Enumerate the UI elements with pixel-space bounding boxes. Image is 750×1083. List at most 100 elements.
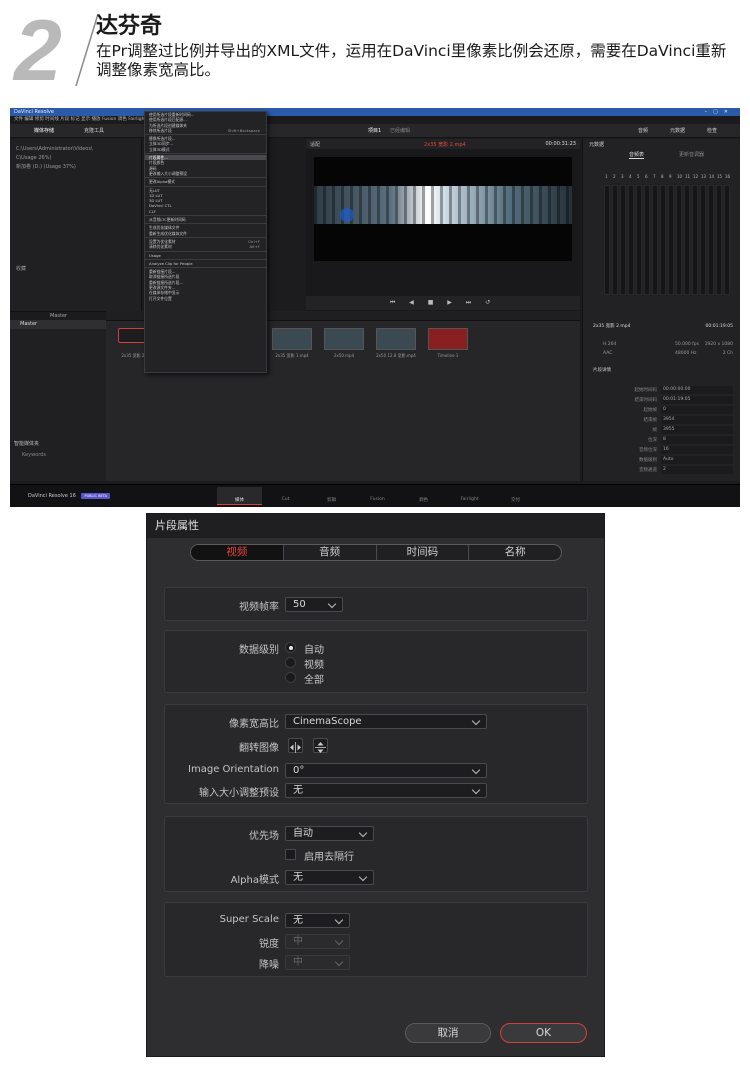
- meta-field-value[interactable]: 3954: [661, 416, 733, 424]
- chevron-down-icon: [471, 716, 481, 726]
- clip-thumbnail[interactable]: [324, 328, 364, 350]
- context-menu-item[interactable]: Analyze Clip for People: [145, 261, 266, 266]
- tab-name[interactable]: 名称: [469, 545, 561, 560]
- cancel-button[interactable]: 取消: [405, 1023, 491, 1043]
- keywords-item[interactable]: Keywords: [22, 452, 46, 458]
- page-tab[interactable]: Fusion: [355, 487, 400, 505]
- dialog-tabs: 视频 音频 时间码 名称: [190, 544, 562, 561]
- page-tab[interactable]: 交付: [493, 487, 538, 505]
- flip-vertical-button[interactable]: [313, 738, 328, 753]
- page-tab[interactable]: 剪辑: [309, 487, 354, 505]
- input-sizing-select[interactable]: 无: [285, 783, 487, 798]
- input-sizing-value: 无: [293, 785, 303, 796]
- pixel-aspect-value: CinemaScope: [293, 716, 362, 727]
- meta-field-key: 结束时间码: [634, 398, 658, 403]
- radio-full[interactable]: [285, 672, 296, 683]
- audio-meter: [668, 185, 674, 295]
- inspector-button[interactable]: 检查: [707, 127, 717, 135]
- context-menu-item[interactable]: 打开文件位置: [145, 296, 266, 301]
- audio-button[interactable]: 音频: [638, 127, 648, 135]
- meter-channel-label: 10: [677, 174, 683, 179]
- effects-button[interactable]: 克隆工具: [84, 127, 104, 135]
- superscale-select[interactable]: 无: [285, 913, 350, 928]
- clip-attributes-dialog: 片段属性 视频 音频 时间码 名称 视频帧率 50 数据级别 自动 视频 全部 …: [146, 513, 605, 1057]
- meta-field-value[interactable]: 00:01:19:05: [661, 396, 733, 404]
- meter-channel-label: 9: [669, 174, 672, 179]
- meter-channel-label: 14: [709, 174, 715, 179]
- ok-button[interactable]: OK: [500, 1023, 587, 1043]
- flip-vertical-icon: [315, 742, 326, 753]
- meta-field-key: 位深: [648, 438, 657, 443]
- meta-field-value[interactable]: Auto: [661, 456, 733, 464]
- radio-video-label: 视频: [304, 660, 324, 671]
- menu-separator: [145, 177, 266, 179]
- clip-name: 2x35 宽影 2.mp4: [424, 142, 466, 148]
- context-menu-item[interactable]: 更改Alpha模式: [145, 179, 266, 184]
- meta-field-key: 音频位深: [639, 448, 657, 453]
- chevron-down-icon: [471, 765, 481, 775]
- audio-tab[interactable]: 更新音调器: [679, 151, 704, 158]
- window-controls[interactable]: –▢✕: [705, 108, 734, 116]
- audio-tab[interactable]: 音频表: [629, 151, 645, 159]
- media-pool-button[interactable]: 媒体存储: [34, 127, 54, 135]
- meta-section-title: 片段详情: [593, 368, 611, 373]
- radio-video[interactable]: [285, 657, 296, 668]
- page-tab[interactable]: Cut: [263, 487, 308, 505]
- meta-field-value[interactable]: 00:00:00:00: [661, 386, 733, 394]
- audio-meter: [644, 185, 650, 295]
- context-menu-item[interactable]: 立体3D模式: [145, 147, 266, 152]
- meta-field-value[interactable]: 2: [661, 466, 733, 474]
- radio-full-label: 全部: [304, 675, 324, 686]
- meta-field-value[interactable]: 16: [661, 446, 733, 454]
- meta-field-value[interactable]: 3955: [661, 426, 733, 434]
- chevron-down-icon: [358, 872, 368, 882]
- field-dominance-select[interactable]: 自动: [285, 826, 374, 841]
- field-dominance-value: 自动: [293, 828, 313, 839]
- meta-field-value[interactable]: 8: [661, 436, 733, 444]
- alpha-select[interactable]: 无: [285, 870, 374, 885]
- step-number: 2: [12, 10, 62, 90]
- sharpness-value: 中: [293, 936, 303, 947]
- page-tab[interactable]: 媒体: [217, 487, 262, 505]
- context-menu-item[interactable]: 清除优化素材 Alt+F: [145, 244, 266, 249]
- page-tab[interactable]: 调色: [401, 487, 446, 505]
- context-menu-item[interactable]: 更改输入大小调整预设: [145, 171, 266, 176]
- deinterlace-label: 启用去隔行: [304, 852, 354, 863]
- page-tab[interactable]: Fairlight: [447, 487, 492, 505]
- chevron-down-icon: [358, 828, 368, 838]
- clip-thumbnail[interactable]: [376, 328, 416, 350]
- zoom-select[interactable]: 适配: [310, 141, 320, 148]
- resolve-titlebar: DaVinci Resolve –▢✕: [10, 108, 740, 116]
- tab-audio[interactable]: 音频: [284, 545, 377, 560]
- deinterlace-checkbox[interactable]: [285, 849, 296, 860]
- transport-controls[interactable]: ⏮ ◀ ■ ▶ ⏭ ↺: [306, 296, 580, 310]
- meta-duration: 00:01:19:05: [705, 324, 733, 329]
- data-level-group: 数据级别 自动 视频 全部: [164, 630, 588, 693]
- context-menu-item[interactable]: CLF: [145, 209, 266, 214]
- meta-field-value[interactable]: 0: [661, 406, 733, 414]
- video-fps-select[interactable]: 50: [285, 597, 343, 612]
- drive-item[interactable]: C:\Users\Administrator\Videos\: [10, 145, 141, 154]
- orientation-value: 0°: [293, 765, 305, 776]
- context-menu-item[interactable]: 从音频LTC更新时间码: [145, 217, 266, 222]
- clip-thumbnail[interactable]: [428, 328, 468, 350]
- context-menu-item[interactable]: 移除所选片段 Shift+Backspace: [145, 128, 266, 133]
- chevron-down-icon: [334, 936, 344, 946]
- resolve-toolbar: 媒体存储 克隆工具 项目1 已经编辑 音频 元数据 检查: [10, 124, 740, 138]
- menu-separator: [145, 267, 266, 269]
- drive-item[interactable]: 新加卷 (D:) (Usage 37%): [10, 163, 141, 172]
- context-menu-item[interactable]: 重新生成优化媒体文件: [145, 231, 266, 236]
- noise-value: 中: [293, 957, 303, 968]
- tab-video[interactable]: 视频: [191, 545, 284, 560]
- tab-timecode[interactable]: 时间码: [377, 545, 470, 560]
- clip-thumbnail[interactable]: [272, 328, 312, 350]
- flip-horizontal-button[interactable]: [288, 738, 303, 753]
- pixel-aspect-select[interactable]: CinemaScope: [285, 714, 487, 729]
- chevron-down-icon: [327, 599, 337, 609]
- orientation-select[interactable]: 0°: [285, 763, 487, 778]
- drive-item[interactable]: C\Usage 26%): [10, 154, 141, 163]
- metadata-button[interactable]: 元数据: [670, 127, 685, 135]
- context-menu-item[interactable]: Usage: [145, 253, 266, 258]
- clip-thumbnail-label: 2x50 12.8 宽影.mp4: [376, 353, 416, 358]
- radio-auto[interactable]: [285, 642, 296, 653]
